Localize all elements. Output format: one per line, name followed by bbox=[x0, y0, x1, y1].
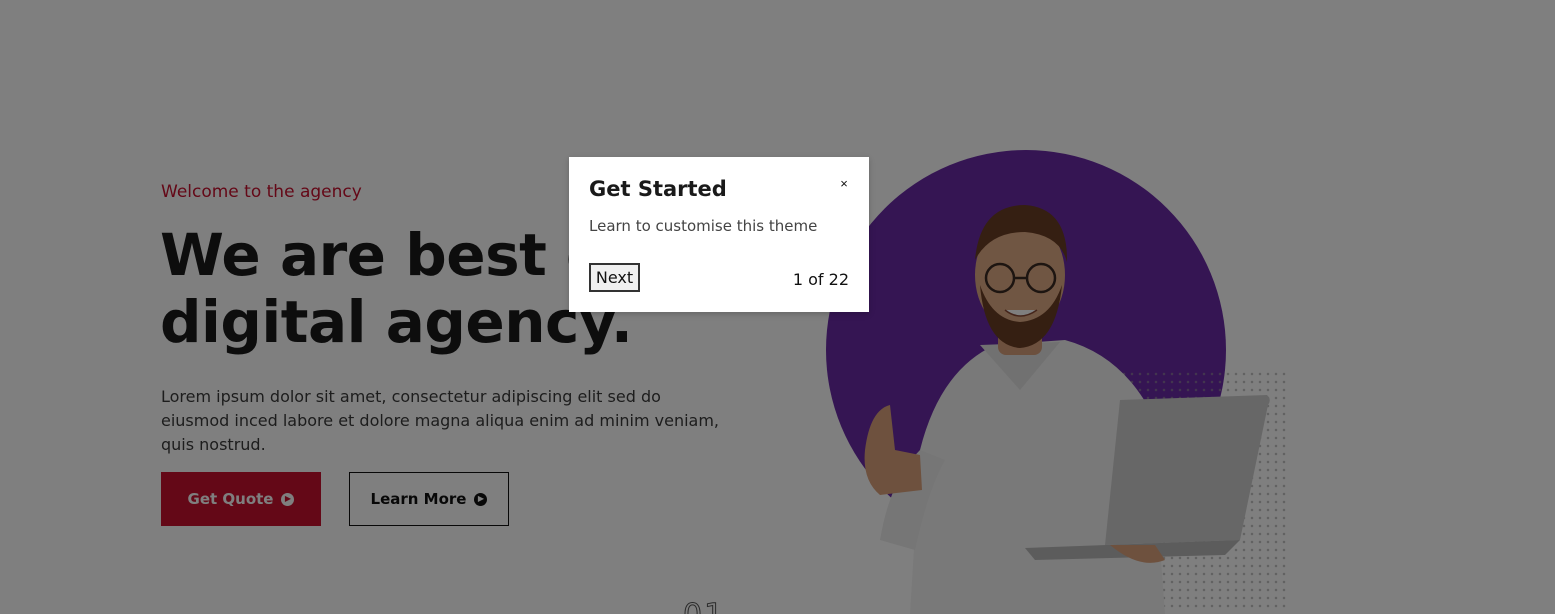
tour-description: Learn to customise this theme bbox=[589, 217, 818, 235]
tour-next-button[interactable]: Next bbox=[589, 263, 640, 292]
tour-progress: 1 of 22 bbox=[792, 270, 849, 289]
tour-title: Get Started bbox=[589, 177, 727, 201]
close-icon[interactable]: × bbox=[837, 177, 851, 191]
tour-popover: Get Started × Learn to customise this th… bbox=[569, 157, 869, 312]
